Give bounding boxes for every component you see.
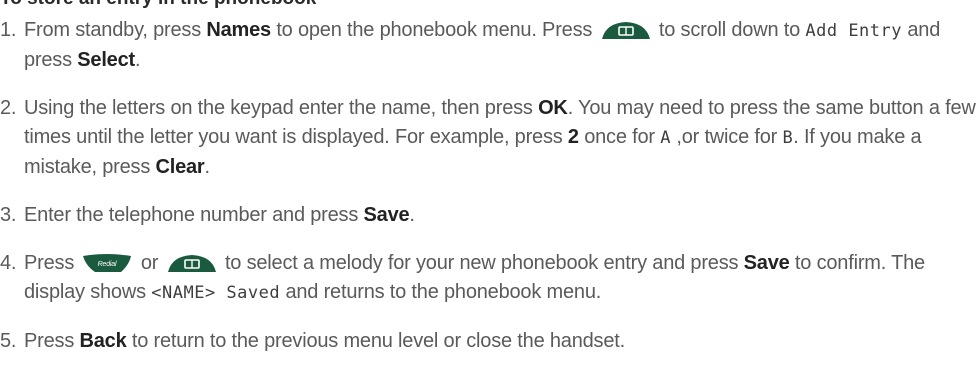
step-3: 3. Enter the telephone number and press …: [0, 201, 978, 230]
display-text: <NAME> Saved: [151, 283, 281, 303]
display-text: B: [782, 128, 794, 148]
save-key-label: Save: [743, 252, 790, 274]
instruction-steps: 1. From standby, press Names to open the…: [0, 16, 978, 375]
step-2: 2. Using the letters on the keypad enter…: [0, 94, 978, 182]
redial-key-icon: Redial: [81, 253, 133, 273]
digit-key-label: 2: [567, 126, 579, 148]
clear-key-label: Clear: [155, 156, 205, 178]
step-number: 4.: [0, 252, 17, 274]
phonebook-key-icon: [166, 253, 218, 273]
step-number: 3.: [0, 204, 17, 226]
step-4: 4. Press Redial or to select a melody fo…: [0, 249, 978, 308]
ok-key-label: OK: [538, 97, 568, 119]
step-number: 5.: [0, 330, 17, 352]
step-5: 5. Press Back to return to the previous …: [0, 327, 978, 356]
step-number: 2.: [0, 97, 17, 119]
display-text: Add Entry: [805, 21, 902, 41]
phonebook-key-icon: [600, 20, 652, 40]
save-key-label: Save: [363, 204, 410, 226]
names-key-label: Names: [206, 19, 271, 41]
step-number: 1.: [0, 19, 17, 41]
display-text: A: [660, 128, 671, 148]
back-key-label: Back: [79, 330, 127, 352]
redial-key-label: Redial: [98, 261, 117, 268]
section-heading: To store an entry in the phonebook: [0, 0, 316, 10]
select-key-label: Select: [77, 49, 135, 71]
step-1: 1. From standby, press Names to open the…: [0, 16, 978, 75]
